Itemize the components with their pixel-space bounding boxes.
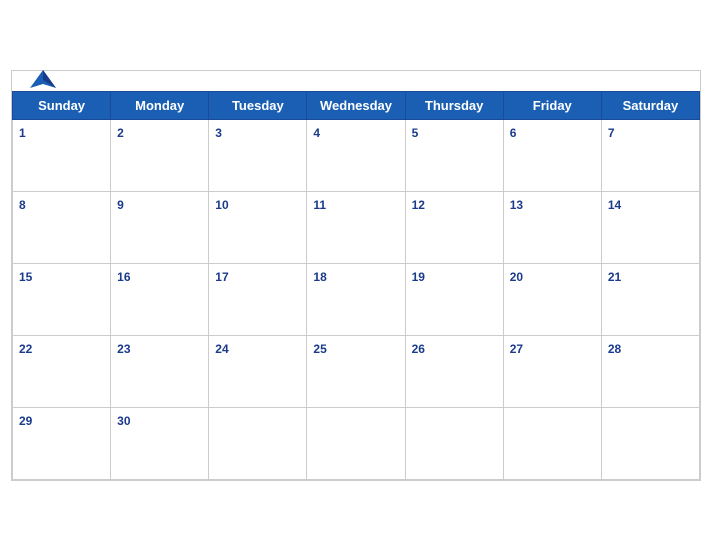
day-number: 28 (608, 342, 621, 356)
day-number: 6 (510, 126, 517, 140)
day-number: 30 (117, 414, 130, 428)
day-number: 16 (117, 270, 130, 284)
day-cell: 11 (307, 191, 405, 263)
calendar: Sunday Monday Tuesday Wednesday Thursday… (11, 70, 701, 481)
day-cell: 16 (111, 263, 209, 335)
day-cell: 13 (503, 191, 601, 263)
calendar-body: 1234567891011121314151617181920212223242… (13, 119, 700, 479)
day-cell: 27 (503, 335, 601, 407)
week-row-4: 22 23 24 25 26 27 28 (13, 335, 700, 407)
day-number: 18 (313, 270, 326, 284)
weekday-wednesday: Wednesday (307, 91, 405, 119)
weekday-saturday: Saturday (601, 91, 699, 119)
day-cell (307, 407, 405, 479)
day-number: 15 (19, 270, 32, 284)
week-row-5: 29 30 (13, 407, 700, 479)
day-cell: 24 (209, 335, 307, 407)
day-cell: 21 (601, 263, 699, 335)
day-number: 22 (19, 342, 32, 356)
day-cell: 2 (111, 119, 209, 191)
day-cell: 28 (601, 335, 699, 407)
day-number: 11 (313, 198, 326, 212)
day-number: 2 (117, 126, 124, 140)
day-cell: 10 (209, 191, 307, 263)
day-number: 14 (608, 198, 621, 212)
day-number: 24 (215, 342, 228, 356)
day-number: 25 (313, 342, 326, 356)
day-number: 10 (215, 198, 228, 212)
day-cell: 1 (13, 119, 111, 191)
calendar-table: Sunday Monday Tuesday Wednesday Thursday… (12, 91, 700, 480)
day-number: 5 (412, 126, 419, 140)
calendar-header (12, 71, 700, 91)
day-cell: 15 (13, 263, 111, 335)
day-cell: 17 (209, 263, 307, 335)
day-number: 8 (19, 198, 26, 212)
weekday-thursday: Thursday (405, 91, 503, 119)
day-cell: 14 (601, 191, 699, 263)
day-number: 27 (510, 342, 523, 356)
day-cell: 30 (111, 407, 209, 479)
weekday-friday: Friday (503, 91, 601, 119)
day-cell: 6 (503, 119, 601, 191)
day-number: 29 (19, 414, 32, 428)
day-cell: 25 (307, 335, 405, 407)
day-cell: 8 (13, 191, 111, 263)
day-cell: 12 (405, 191, 503, 263)
day-number: 23 (117, 342, 130, 356)
day-cell: 23 (111, 335, 209, 407)
week-row-3: 15 16 17 18 19 20 21 (13, 263, 700, 335)
day-number: 1 (19, 126, 26, 140)
day-cell: 26 (405, 335, 503, 407)
day-cell: 3 (209, 119, 307, 191)
weekday-monday: Monday (111, 91, 209, 119)
day-number: 4 (313, 126, 320, 140)
day-number: 7 (608, 126, 615, 140)
day-cell (601, 407, 699, 479)
day-cell (503, 407, 601, 479)
day-cell: 5 (405, 119, 503, 191)
day-number: 21 (608, 270, 621, 284)
day-cell: 20 (503, 263, 601, 335)
week-row-1: 1 2 3 4 5 6 7 (13, 119, 700, 191)
day-cell: 9 (111, 191, 209, 263)
day-cell (209, 407, 307, 479)
weekday-header-row: Sunday Monday Tuesday Wednesday Thursday… (13, 91, 700, 119)
day-number: 12 (412, 198, 425, 212)
day-cell: 19 (405, 263, 503, 335)
day-number: 19 (412, 270, 425, 284)
day-number: 20 (510, 270, 523, 284)
day-cell: 4 (307, 119, 405, 191)
weekday-tuesday: Tuesday (209, 91, 307, 119)
day-number: 26 (412, 342, 425, 356)
day-number: 13 (510, 198, 523, 212)
day-cell: 7 (601, 119, 699, 191)
day-number: 3 (215, 126, 222, 140)
logo-bird-icon (28, 66, 58, 96)
logo (28, 66, 62, 96)
day-number: 17 (215, 270, 228, 284)
day-number: 9 (117, 198, 124, 212)
day-cell (405, 407, 503, 479)
day-cell: 22 (13, 335, 111, 407)
day-cell: 18 (307, 263, 405, 335)
day-cell: 29 (13, 407, 111, 479)
week-row-2: 8 9 10 11 12 13 14 (13, 191, 700, 263)
